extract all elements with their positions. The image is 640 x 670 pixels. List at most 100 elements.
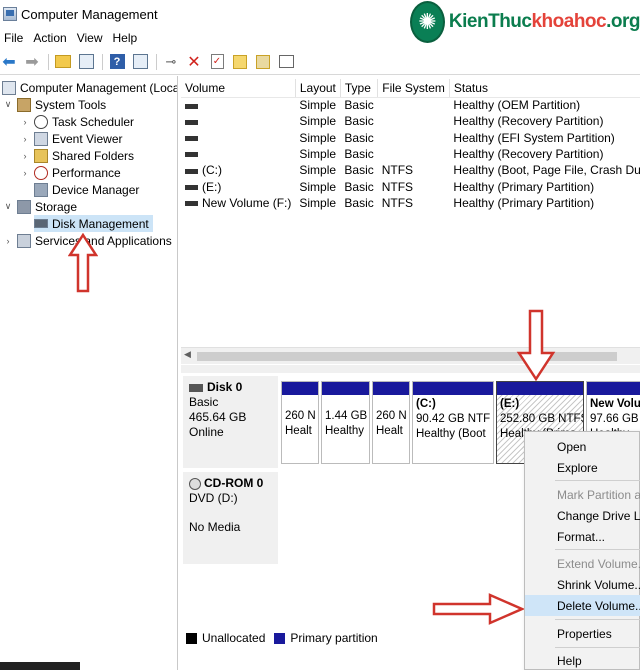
- tree-item-task-scheduler[interactable]: › Task Scheduler: [20, 113, 134, 130]
- delete-x-icon[interactable]: ✕: [185, 53, 203, 71]
- type-cell: Basic: [344, 114, 374, 129]
- device-manager-icon: [34, 182, 48, 197]
- disk-0-type: Basic: [189, 395, 219, 409]
- annotation-right-arrow-icon: [432, 593, 524, 625]
- cdrom-0-info[interactable]: CD-ROM 0 DVD (D:) No Media: [183, 472, 278, 564]
- menu-item-shrink-volume[interactable]: Shrink Volume...: [525, 574, 640, 595]
- partition-efi[interactable]: 260 N Healt: [372, 381, 410, 464]
- tree-item-device-manager[interactable]: Device Manager: [34, 181, 139, 198]
- menu-item-delete-volume[interactable]: Delete Volume...: [525, 595, 640, 616]
- menu-action[interactable]: Action: [29, 31, 72, 45]
- menu-file[interactable]: File: [0, 31, 29, 45]
- menu-item-explore[interactable]: Explore: [525, 457, 640, 478]
- help-button[interactable]: ?: [108, 53, 126, 71]
- disk-drive-icon: [34, 219, 48, 228]
- chevron-right-icon[interactable]: ›: [3, 236, 13, 246]
- tree-label: Services and Applications: [35, 233, 172, 248]
- cdrom-0-state: No Media: [189, 520, 241, 534]
- tree-label: Task Scheduler: [52, 114, 135, 129]
- primary-partition-bar: [322, 382, 369, 395]
- fs-cell: [378, 97, 450, 113]
- table-row[interactable]: Simple Basic Healthy (OEM Partition): [181, 97, 640, 113]
- disk-0-info[interactable]: Disk 0 Basic 465.64 GB Online: [183, 376, 278, 468]
- back-arrow-icon[interactable]: ⬅: [0, 53, 18, 71]
- menu-item-extend-volume[interactable]: Extend Volume...: [525, 553, 640, 574]
- volume-cell: [181, 113, 295, 129]
- properties-button[interactable]: [277, 53, 295, 71]
- chevron-right-icon[interactable]: ›: [20, 117, 30, 127]
- status-cell: Healthy (Primary Partition): [453, 195, 595, 210]
- menu-help[interactable]: Help: [109, 31, 144, 45]
- partition-oem[interactable]: 260 N Healt: [281, 381, 319, 464]
- volume-table: Volume Layout Type File System Status Si…: [181, 79, 640, 211]
- column-header-layout[interactable]: Layout: [295, 79, 341, 98]
- fs-cell: NTFS: [381, 195, 414, 210]
- tree-item-disk-management[interactable]: Disk Management: [34, 215, 153, 232]
- action-pane-button[interactable]: [131, 53, 149, 71]
- search-folder-icon: [256, 54, 270, 69]
- chevron-right-icon[interactable]: ›: [20, 134, 30, 144]
- chevron-right-icon[interactable]: ›: [20, 168, 30, 178]
- tree-item-event-viewer[interactable]: › Event Viewer: [20, 130, 122, 147]
- volume-cell: [181, 146, 295, 162]
- computer-management-icon: [3, 7, 17, 21]
- horizontal-scrollbar[interactable]: ◀: [181, 347, 640, 364]
- column-header-file-system[interactable]: File System: [377, 79, 450, 98]
- partition-c[interactable]: (C:) 90.42 GB NTF Healthy (Boot: [412, 381, 494, 464]
- table-row[interactable]: (E:) Simple Basic NTFS Healthy (Primary …: [181, 178, 640, 194]
- volume-icon: [185, 201, 198, 207]
- check-button[interactable]: ✓: [208, 53, 226, 71]
- column-header-status[interactable]: Status: [449, 79, 640, 98]
- chevron-right-icon[interactable]: ›: [20, 151, 30, 161]
- volume-cell: (C:): [181, 162, 295, 178]
- window-title: Computer Management: [21, 6, 158, 22]
- menu-item-change-drive-letter[interactable]: Change Drive Let: [525, 505, 640, 526]
- legend-primary: Primary partition: [290, 631, 378, 645]
- menu-item-open[interactable]: Open: [525, 436, 640, 457]
- menu-item-properties[interactable]: Properties: [525, 623, 640, 644]
- search-button[interactable]: [254, 53, 272, 71]
- layout-cell: Simple: [299, 195, 337, 210]
- taskbar-fragment: [0, 662, 80, 670]
- disk-0-title: Disk 0: [189, 380, 272, 395]
- volume-icon: [185, 103, 198, 109]
- table-row[interactable]: New Volume (F:) Simple Basic NTFS Health…: [181, 195, 640, 211]
- tree-item-system-tools[interactable]: ∨ System Tools: [3, 96, 106, 113]
- status-cell: Healthy (Boot, Page File, Crash Dump, H: [453, 163, 640, 178]
- primary-partition-bar: [373, 382, 409, 395]
- tree-label: Disk Management: [52, 216, 149, 231]
- column-header-volume[interactable]: Volume: [181, 79, 296, 98]
- tree-item-storage[interactable]: ∨ Storage: [3, 198, 77, 215]
- layout-cell: Simple: [299, 179, 337, 194]
- column-header-type[interactable]: Type: [340, 79, 379, 98]
- connect-button[interactable]: ⊸: [162, 53, 180, 71]
- tree-label: Performance: [52, 165, 121, 180]
- cdrom-0-title: CD-ROM 0: [189, 476, 272, 491]
- pane-splitter[interactable]: [181, 365, 640, 373]
- partition-recovery-1[interactable]: 1.44 GB Healthy: [321, 381, 370, 464]
- tree-label: Shared Folders: [52, 148, 135, 163]
- scroll-left-arrow-icon[interactable]: ◀: [184, 349, 191, 360]
- tree-item-shared-folders[interactable]: › Shared Folders: [20, 147, 134, 164]
- forward-arrow-icon[interactable]: ➡: [23, 53, 41, 71]
- table-row[interactable]: (C:) Simple Basic NTFS Healthy (Boot, Pa…: [181, 162, 640, 178]
- show-hide-tree-button[interactable]: [77, 53, 95, 71]
- up-folder-button[interactable]: [54, 53, 72, 71]
- cdrom-0-type: DVD (D:): [189, 491, 238, 505]
- hard-disk-icon: [189, 383, 203, 392]
- layout-cell: Simple: [299, 147, 337, 162]
- chevron-down-icon[interactable]: ∨: [3, 99, 13, 110]
- table-row[interactable]: Simple Basic Healthy (Recovery Partition…: [181, 146, 640, 162]
- chevron-down-icon[interactable]: ∨: [3, 201, 13, 212]
- tree-item-computer-management[interactable]: Computer Management (Local: [2, 79, 177, 96]
- menu-separator: [555, 549, 640, 550]
- menu-view[interactable]: View: [73, 31, 109, 45]
- new-folder-button[interactable]: [231, 53, 249, 71]
- table-row[interactable]: Simple Basic Healthy (EFI System Partiti…: [181, 130, 640, 146]
- menu-item-format[interactable]: Format...: [525, 526, 640, 547]
- menu-item-help[interactable]: Help: [525, 650, 640, 670]
- table-row[interactable]: Simple Basic Healthy (Recovery Partition…: [181, 113, 640, 129]
- disk-0-state: Online: [189, 425, 224, 439]
- tree-item-performance[interactable]: › Performance: [20, 164, 121, 181]
- menu-item-mark-active[interactable]: Mark Partition as: [525, 484, 640, 505]
